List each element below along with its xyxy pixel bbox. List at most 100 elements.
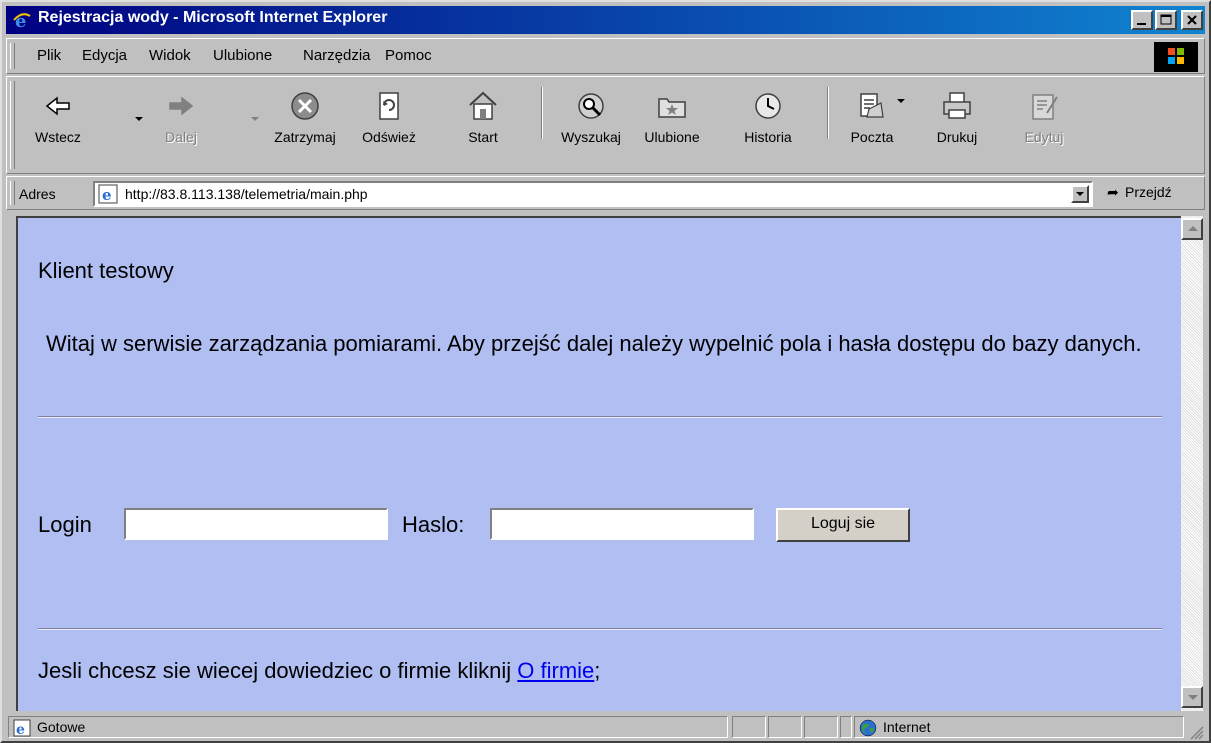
about-text: Jesli chcesz sie wiecej dowiedziec o fir…: [38, 658, 512, 683]
printer-icon: [943, 92, 971, 119]
search-button[interactable]: Wyszukaj: [551, 77, 631, 147]
back-button[interactable]: Wstecz: [23, 77, 93, 147]
status-panel-empty: [732, 716, 766, 738]
vertical-scrollbar[interactable]: [1181, 216, 1203, 711]
refresh-icon: [379, 92, 399, 120]
menu-favorites[interactable]: Ulubione: [213, 47, 272, 64]
favorites-button[interactable]: Ulubione: [633, 77, 711, 147]
minimize-icon: [1137, 23, 1146, 25]
minimize-button[interactable]: [1131, 10, 1153, 30]
address-bar: Adres e http://83.8.113.138/telemetria/m…: [6, 176, 1205, 210]
go-arrow-icon: ➦: [1107, 184, 1119, 200]
menu-edit[interactable]: Edycja: [82, 47, 127, 64]
stop-button[interactable]: Zatrzymaj: [263, 77, 347, 147]
back-label: Wstecz: [35, 129, 81, 145]
window-title: Rejestracja wody - Microsoft Internet Ex…: [38, 9, 388, 26]
menu-help[interactable]: Pomoc: [385, 47, 432, 64]
refresh-button[interactable]: Odśwież: [351, 77, 427, 147]
status-panel-empty: [768, 716, 802, 738]
svg-text:e: e: [16, 722, 25, 737]
page-icon: e: [98, 184, 118, 204]
favorites-folder-icon: [658, 98, 686, 118]
favorites-label: Ulubione: [644, 129, 700, 145]
home-label: Start: [468, 129, 498, 145]
status-panel-empty: [804, 716, 838, 738]
standard-toolbar: Wstecz Dalej Zatrzymaj Odśwież Start Wys…: [6, 76, 1205, 176]
status-panel: e Gotowe: [8, 716, 728, 738]
history-clock-icon: [755, 93, 781, 119]
mail-icon: [860, 93, 884, 118]
menu-file[interactable]: Plik: [37, 47, 61, 64]
divider-top: [38, 416, 1162, 418]
close-button[interactable]: [1181, 10, 1203, 30]
maximize-icon: [1160, 14, 1172, 25]
about-line: Jesli chcesz sie wiecej dowiedziec o fir…: [38, 658, 600, 684]
page-content: Klient testowy Witaj w serwisie zarządza…: [16, 216, 1181, 711]
forward-dropdown-icon[interactable]: [251, 117, 259, 121]
maximize-button[interactable]: [1155, 10, 1177, 30]
menu-band: Plik Edycja Widok Ulubione Narzędzia Pom…: [6, 38, 1205, 74]
back-dropdown-icon[interactable]: [135, 117, 143, 121]
history-button[interactable]: Historia: [731, 77, 805, 147]
scroll-down-button[interactable]: [1181, 686, 1203, 708]
forward-button[interactable]: Dalej: [147, 77, 215, 147]
search-label: Wyszukaj: [561, 129, 621, 145]
svg-text:e: e: [102, 186, 112, 204]
status-text: Gotowe: [37, 719, 86, 735]
zone-panel: Internet: [854, 716, 1184, 738]
zone-text: Internet: [883, 719, 931, 735]
toolbar-band: Wstecz Dalej Zatrzymaj Odśwież Start Wys…: [6, 76, 1205, 174]
edit-label: Edytuj: [1024, 129, 1064, 145]
menu-bar: Plik Edycja Widok Ulubione Narzędzia Pom…: [6, 38, 1205, 74]
forward-arrow-icon: [169, 96, 194, 116]
about-suffix: ;: [594, 658, 601, 683]
resize-grip-icon[interactable]: [1188, 724, 1204, 740]
address-label: Adres: [19, 186, 56, 202]
address-dropdown-button[interactable]: [1071, 185, 1089, 203]
password-input[interactable]: [490, 508, 754, 540]
go-label: Przejdź: [1125, 184, 1172, 200]
status-bar: e Gotowe Internet: [6, 714, 1205, 741]
toolbar-separator: [541, 87, 543, 139]
refresh-label: Odśwież: [362, 129, 416, 145]
page-status-icon: e: [13, 719, 31, 737]
toolbar-separator: [827, 87, 829, 139]
stop-label: Zatrzymaj: [274, 129, 336, 145]
menu-tools[interactable]: Narzędzia: [303, 47, 371, 64]
login-label: Login: [38, 512, 92, 537]
home-icon: [469, 91, 497, 120]
address-url: http://83.8.113.138/telemetria/main.php: [125, 186, 368, 202]
globe-icon: [859, 719, 877, 737]
scroll-up-button[interactable]: [1181, 218, 1203, 240]
address-input[interactable]: e http://83.8.113.138/telemetria/main.ph…: [93, 181, 1093, 207]
edit-icon: [1032, 94, 1058, 120]
ie-logo-icon: e: [13, 11, 31, 30]
about-company-link[interactable]: O firmie: [517, 658, 594, 683]
mail-label: Poczta: [850, 129, 894, 145]
go-button[interactable]: ➦ Przejdź: [1107, 184, 1172, 201]
address-grip[interactable]: [10, 181, 15, 205]
print-label: Drukuj: [936, 129, 978, 145]
page-title: Klient testowy: [38, 258, 174, 283]
search-icon: [578, 93, 604, 119]
divider-bottom: [38, 628, 1162, 630]
welcome-text: Witaj w serwisie zarządzania pomiarami. …: [46, 331, 1142, 356]
windows-logo-icon: [1154, 42, 1198, 72]
back-arrow-icon: [45, 96, 70, 116]
home-button[interactable]: Start: [451, 77, 515, 147]
menu-view[interactable]: Widok: [149, 47, 191, 64]
stop-icon: [291, 92, 319, 120]
login-input[interactable]: [124, 508, 388, 540]
close-icon: [1187, 15, 1197, 25]
edit-button[interactable]: Edytuj: [1013, 77, 1075, 147]
mail-dropdown-icon[interactable]: [897, 99, 905, 103]
title-bar[interactable]: e Rejestracja wody - Microsoft Internet …: [6, 6, 1205, 34]
toolbar-grip[interactable]: [10, 81, 15, 169]
menu-grip[interactable]: [10, 43, 15, 69]
address-band: Adres e http://83.8.113.138/telemetria/m…: [6, 176, 1205, 210]
print-button[interactable]: Drukuj: [923, 77, 991, 147]
history-label: Historia: [744, 129, 792, 145]
login-button[interactable]: Loguj sie: [776, 508, 910, 542]
mail-button[interactable]: Poczta: [837, 77, 907, 147]
browser-window: e Rejestracja wody - Microsoft Internet …: [0, 0, 1211, 743]
